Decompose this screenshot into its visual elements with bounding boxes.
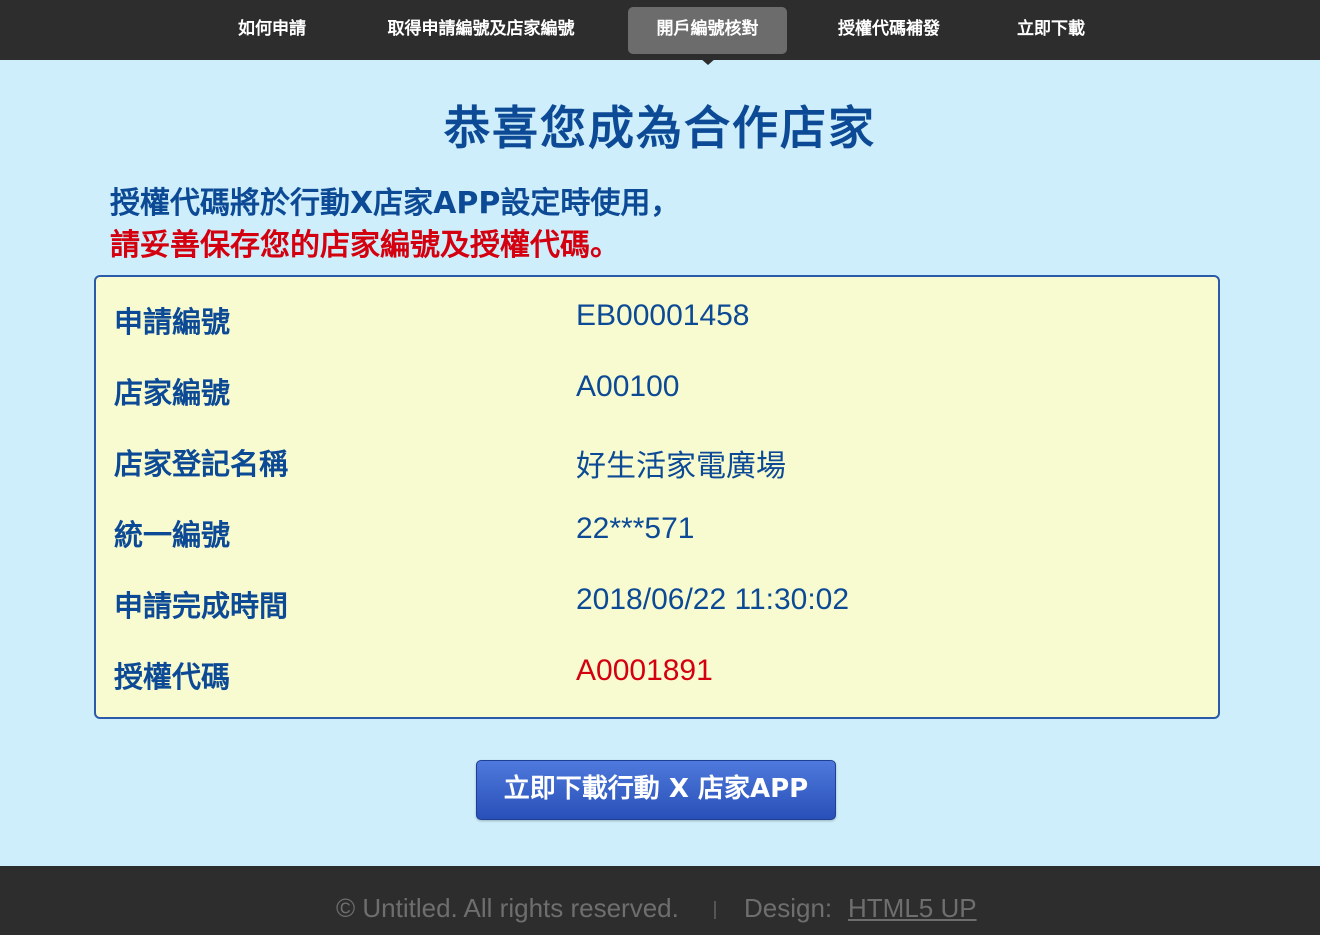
application-number-value: EB00001458	[576, 299, 750, 332]
store-info-panel: 申請編號 EB00001458 店家編號 A00100 店家登記名稱 好生活家電…	[94, 275, 1220, 719]
info-label: 申請完成時間	[114, 589, 289, 623]
design-credit-label: Design:	[744, 893, 833, 923]
nav-item-get-application-number[interactable]: 取得申請編號及店家編號	[360, 7, 602, 54]
info-row-auth-code: 授權代碼 A0001891	[96, 654, 1218, 704]
completion-time-value: 2018/06/22 11:30:02	[576, 583, 850, 616]
copyright-text: © Untitled. All rights reserved.	[336, 893, 679, 923]
page-title: 恭喜您成為合作店家	[444, 101, 876, 155]
info-label: 店家編號	[114, 376, 231, 410]
store-number-value: A00100	[576, 370, 680, 403]
info-label: 店家登記名稱	[114, 447, 289, 481]
info-row-completion-time: 申請完成時間 2018/06/22 11:30:02	[96, 583, 1218, 633]
info-label: 統一編號	[114, 518, 231, 552]
info-label: 授權代碼	[114, 660, 231, 694]
nav-item-account-number-verify[interactable]: 開戶編號核對	[628, 7, 787, 54]
nav-item-auth-code-reissue[interactable]: 授權代碼補發	[812, 7, 966, 54]
info-row-store-name: 店家登記名稱 好生活家電廣場	[96, 441, 1218, 491]
footer: © Untitled. All rights reserved. Design:…	[0, 866, 1320, 935]
intro-text: 授權代碼將於行動X店家APP設定時使用，	[110, 186, 681, 221]
auth-code-value: A0001891	[576, 654, 713, 687]
download-app-button[interactable]: 立即下載行動 X 店家APP	[476, 760, 836, 820]
top-navigation: 如何申請 取得申請編號及店家編號 開戶編號核對 授權代碼補發 立即下載	[0, 0, 1320, 60]
info-row-application-number: 申請編號 EB00001458	[96, 299, 1218, 349]
active-tab-pointer	[700, 58, 716, 65]
intro-warning-text: 請妥善保存您的店家編號及授權代碼。	[110, 228, 620, 263]
store-name-value: 好生活家電廣場	[576, 450, 786, 483]
nav-item-how-to-apply[interactable]: 如何申請	[214, 7, 330, 54]
footer-divider	[714, 901, 716, 919]
design-credit-link[interactable]: HTML5 UP	[848, 893, 977, 924]
info-row-store-number: 店家編號 A00100	[96, 370, 1218, 420]
nav-item-download-now[interactable]: 立即下載	[996, 7, 1106, 54]
info-row-tax-id: 統一編號 22***571	[96, 512, 1218, 562]
tax-id-value: 22***571	[576, 512, 695, 545]
info-label: 申請編號	[114, 305, 231, 339]
